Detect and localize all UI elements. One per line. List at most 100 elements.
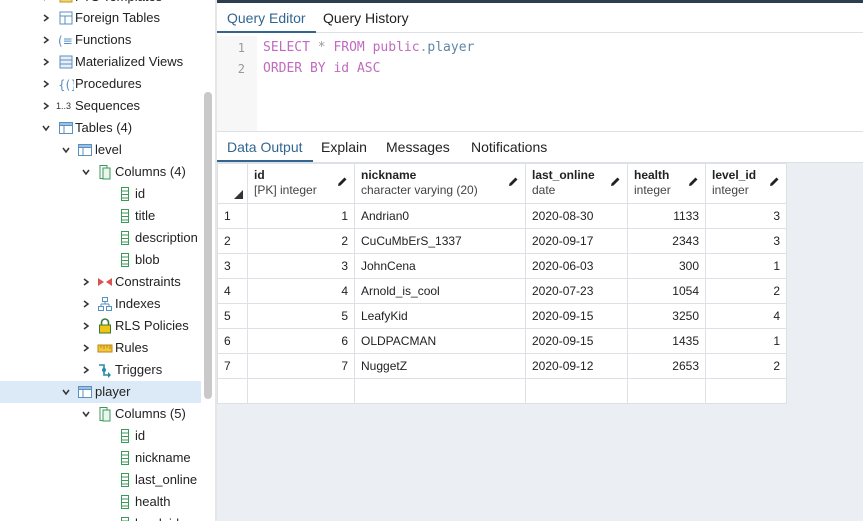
sql-editor[interactable]: 1 2 SELECT * FROM public.player ORDER BY…: [217, 36, 863, 131]
empty-cell[interactable]: [354, 378, 526, 404]
row-number[interactable]: 3: [217, 253, 248, 279]
chevron-down-icon[interactable]: [80, 161, 92, 183]
table-row[interactable]: 3 3 JohnCena 2020-06-03 300 1: [217, 253, 787, 279]
tree-item-sequences[interactable]: 1..3 Sequences: [0, 95, 201, 117]
tree-scrollbar[interactable]: [204, 92, 212, 399]
chevron-down-icon[interactable]: [60, 139, 72, 161]
tree-item-column[interactable]: description: [0, 227, 201, 249]
tree-item-foreign-tables[interactable]: Foreign Tables: [0, 7, 201, 29]
tree-item-player-columns[interactable]: Columns (5): [0, 403, 201, 425]
cell-last-online[interactable]: 2020-09-12: [525, 353, 628, 379]
chevron-right-icon[interactable]: [80, 293, 92, 315]
column-header-health[interactable]: health integer: [627, 163, 706, 204]
chevron-right-icon[interactable]: [80, 315, 92, 337]
tree-item-column[interactable]: title: [0, 205, 201, 227]
cell-nickname[interactable]: Arnold_is_cool: [354, 278, 526, 304]
tree-item-procedures[interactable]: {(} Procedures: [0, 73, 201, 95]
cell-last-online[interactable]: 2020-08-30: [525, 203, 628, 229]
tree-item-column[interactable]: health: [0, 491, 201, 513]
chevron-right-icon[interactable]: [40, 7, 52, 29]
tree-item-tables[interactable]: Tables (4): [0, 117, 201, 139]
cell-id[interactable]: 7: [247, 353, 355, 379]
table-row[interactable]: 4 4 Arnold_is_cool 2020-07-23 1054 2: [217, 278, 787, 304]
tab-explain[interactable]: Explain: [311, 132, 377, 162]
pencil-icon[interactable]: [768, 176, 780, 188]
tree-item-triggers[interactable]: Triggers: [0, 359, 201, 381]
select-all-corner[interactable]: [217, 163, 248, 204]
new-row-placeholder[interactable]: [217, 378, 787, 404]
cell-last-online[interactable]: 2020-09-17: [525, 228, 628, 254]
tree-item-column[interactable]: id: [0, 183, 201, 205]
empty-cell[interactable]: [627, 378, 706, 404]
tree-item-functions[interactable]: (≡) Functions: [0, 29, 201, 51]
chevron-right-icon[interactable]: [40, 95, 52, 117]
cell-level-id[interactable]: 2: [705, 278, 787, 304]
tree-item-column[interactable]: nickname: [0, 447, 201, 469]
tab-notifications[interactable]: Notifications: [461, 132, 557, 162]
empty-cell[interactable]: [217, 378, 248, 404]
tree-item-table-player[interactable]: player: [0, 381, 201, 403]
tree-item-rls-policies[interactable]: RLS Policies: [0, 315, 201, 337]
tab-query-history[interactable]: Query History: [313, 3, 419, 33]
cell-id[interactable]: 6: [247, 328, 355, 354]
cell-level-id[interactable]: 1: [705, 253, 787, 279]
cell-nickname[interactable]: NuggetZ: [354, 353, 526, 379]
tree-item-column[interactable]: level_id: [0, 513, 201, 521]
column-header-id[interactable]: id [PK] integer: [247, 163, 355, 204]
cell-health[interactable]: 1435: [627, 328, 706, 354]
row-number[interactable]: 4: [217, 278, 248, 304]
cell-nickname[interactable]: OLDPACMAN: [354, 328, 526, 354]
pencil-icon[interactable]: [336, 176, 348, 188]
cell-level-id[interactable]: 1: [705, 328, 787, 354]
tab-messages[interactable]: Messages: [376, 132, 460, 162]
cell-health[interactable]: 1054: [627, 278, 706, 304]
row-number[interactable]: 5: [217, 303, 248, 329]
pencil-icon[interactable]: [609, 176, 621, 188]
cell-last-online[interactable]: 2020-07-23: [525, 278, 628, 304]
tree-item-column[interactable]: id: [0, 425, 201, 447]
chevron-down-icon[interactable]: [80, 403, 92, 425]
cell-last-online[interactable]: 2020-09-15: [525, 328, 628, 354]
pencil-icon[interactable]: [687, 176, 699, 188]
row-number[interactable]: 6: [217, 328, 248, 354]
tree-item-level-columns[interactable]: Columns (4): [0, 161, 201, 183]
cell-nickname[interactable]: Andrian0: [354, 203, 526, 229]
cell-level-id[interactable]: 2: [705, 353, 787, 379]
empty-cell[interactable]: [247, 378, 355, 404]
table-row[interactable]: 6 6 OLDPACMAN 2020-09-15 1435 1: [217, 328, 787, 354]
tree-item-materialized-views[interactable]: Materialized Views: [0, 51, 201, 73]
row-number[interactable]: 1: [217, 203, 248, 229]
cell-last-online[interactable]: 2020-06-03: [525, 253, 628, 279]
cell-health[interactable]: 2653: [627, 353, 706, 379]
cell-id[interactable]: 2: [247, 228, 355, 254]
empty-cell[interactable]: [705, 378, 787, 404]
cell-level-id[interactable]: 4: [705, 303, 787, 329]
column-header-level-id[interactable]: level_id integer: [705, 163, 787, 204]
chevron-right-icon[interactable]: [40, 51, 52, 73]
cell-id[interactable]: 3: [247, 253, 355, 279]
table-row[interactable]: 1 1 Andrian0 2020-08-30 1133 3: [217, 203, 787, 229]
tree-item-rules[interactable]: Rules: [0, 337, 201, 359]
cell-level-id[interactable]: 3: [705, 228, 787, 254]
cell-health[interactable]: 300: [627, 253, 706, 279]
chevron-right-icon[interactable]: [80, 337, 92, 359]
cell-health[interactable]: 1133: [627, 203, 706, 229]
tree-item-table-level[interactable]: level: [0, 139, 201, 161]
tree-item-column[interactable]: last_online: [0, 469, 201, 491]
table-row[interactable]: 7 7 NuggetZ 2020-09-12 2653 2: [217, 353, 787, 379]
chevron-right-icon[interactable]: [40, 29, 52, 51]
tree-item-indexes[interactable]: Indexes: [0, 293, 201, 315]
cell-id[interactable]: 1: [247, 203, 355, 229]
tab-data-output[interactable]: Data Output: [217, 132, 313, 162]
tab-query-editor[interactable]: Query Editor: [217, 3, 316, 33]
chevron-right-icon[interactable]: [80, 359, 92, 381]
table-row[interactable]: 5 5 LeafyKid 2020-09-15 3250 4: [217, 303, 787, 329]
cell-nickname[interactable]: JohnCena: [354, 253, 526, 279]
column-header-last-online[interactable]: last_online date: [525, 163, 628, 204]
cell-nickname[interactable]: CuCuMbErS_1337: [354, 228, 526, 254]
chevron-right-icon[interactable]: [80, 271, 92, 293]
cell-level-id[interactable]: 3: [705, 203, 787, 229]
cell-id[interactable]: 5: [247, 303, 355, 329]
cell-health[interactable]: 3250: [627, 303, 706, 329]
cell-last-online[interactable]: 2020-09-15: [525, 303, 628, 329]
